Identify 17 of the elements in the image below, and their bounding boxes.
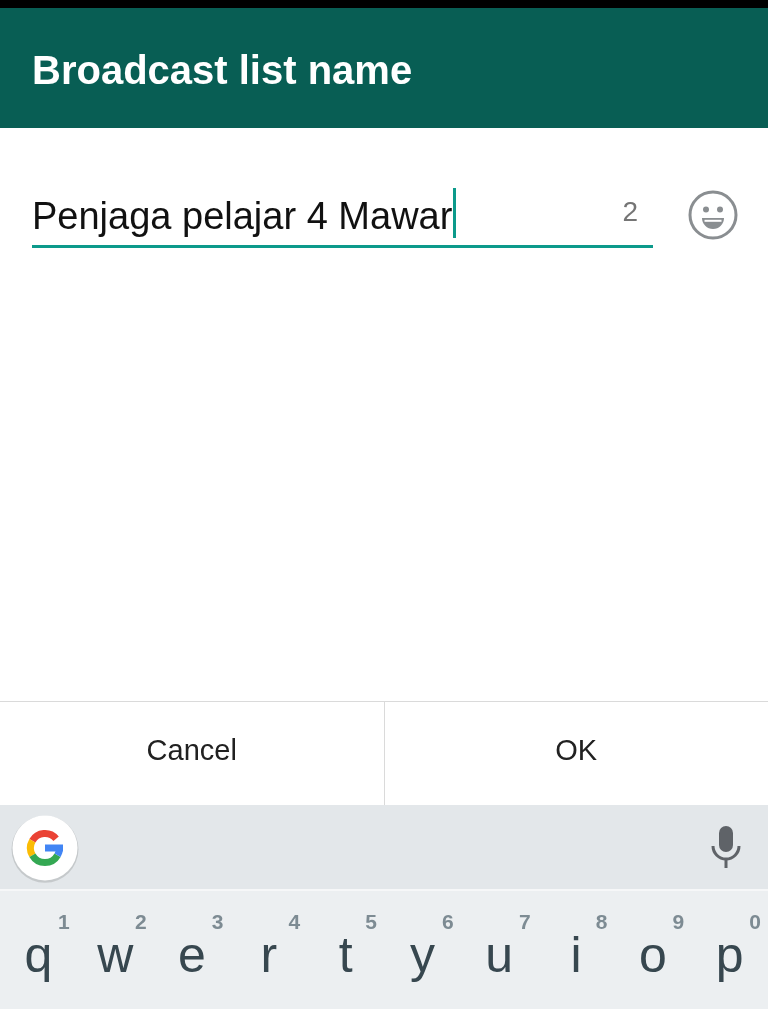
keyboard-key[interactable]: 4 r — [230, 891, 308, 1009]
character-counter: 2 — [622, 198, 638, 226]
keyboard-key[interactable]: 2 w — [76, 891, 154, 1009]
dialog-title: Broadcast list name — [32, 50, 413, 90]
text-cursor-icon — [453, 188, 457, 238]
keyboard-key[interactable]: 7 u — [460, 891, 538, 1009]
keyboard-key[interactable]: 3 e — [153, 891, 231, 1009]
keyboard-key[interactable]: 9 o — [614, 891, 692, 1009]
keyboard-key[interactable]: 0 p — [691, 891, 768, 1009]
name-field[interactable]: Penjaga pelajar 4 Mawar 2 — [32, 186, 653, 248]
keyboard-key[interactable]: 1 q — [0, 891, 77, 1009]
keyboard-key[interactable]: 6 y — [384, 891, 461, 1009]
microphone-icon[interactable] — [710, 826, 742, 868]
g-logo-icon[interactable] — [11, 813, 79, 883]
keyboard-key[interactable]: 8 i — [537, 891, 615, 1009]
smiley-icon[interactable] — [688, 190, 738, 240]
keyboard-key[interactable]: 5 t — [307, 891, 384, 1009]
